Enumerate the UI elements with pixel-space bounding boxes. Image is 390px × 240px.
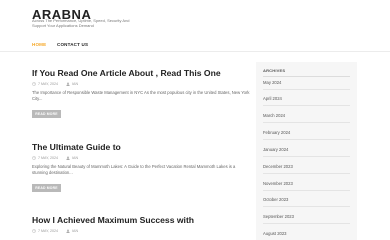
main-navigation: HOME CONTACT US [0, 38, 390, 52]
post-title[interactable]: The Ultimate Guide to [32, 142, 250, 152]
post-meta: 7 MAY, 2024 IAN [32, 81, 250, 87]
post-date[interactable]: 7 MAY, 2024 [38, 156, 58, 160]
clock-icon [32, 156, 36, 160]
post-date[interactable]: 7 MAY, 2024 [38, 229, 58, 233]
archive-link[interactable]: November 2023 [263, 178, 350, 191]
post-item: The Ultimate Guide to 7 MAY, 2024 IAN Ex… [32, 142, 250, 194]
user-icon [66, 156, 70, 160]
archive-link[interactable]: October 2023 [263, 194, 350, 207]
site-description: Across The Performance, Uptime, Speed, S… [32, 18, 130, 28]
archive-link[interactable]: April 2024 [263, 93, 350, 106]
post-item: If You Read One Article About , Read Thi… [32, 68, 250, 120]
post-author[interactable]: IAN [72, 229, 78, 233]
archive-link[interactable]: February 2024 [263, 127, 350, 140]
post-date[interactable]: 7 MAY, 2024 [38, 82, 58, 86]
post-author[interactable]: IAN [72, 156, 78, 160]
sidebar-archives-widget: ARCHIVES May 2024 April 2024 March 2024 … [256, 62, 357, 240]
post-item: How I Achieved Maximum Success with 7 MA… [32, 215, 250, 234]
post-title[interactable]: How I Achieved Maximum Success with [32, 215, 250, 225]
post-excerpt: Exploring the Natural Beauty of Mammoth … [32, 164, 236, 175]
archive-link[interactable]: September 2023 [263, 211, 350, 224]
user-icon [66, 82, 70, 86]
clock-icon [32, 82, 36, 86]
post-title[interactable]: If You Read One Article About , Read Thi… [32, 68, 250, 78]
post-meta: 7 MAY, 2024 IAN [32, 155, 250, 161]
site-header: ARABNA Across The Performance, Uptime, S… [0, 0, 390, 38]
post-meta: 7 MAY, 2024 IAN [32, 228, 250, 234]
post-excerpt: The Importance of Responsible Waste Mana… [32, 90, 250, 101]
archive-link[interactable]: May 2024 [263, 77, 350, 90]
archive-link[interactable]: August 2023 [263, 228, 350, 240]
nav-item-contact-us[interactable]: CONTACT US [57, 42, 88, 47]
archive-link[interactable]: December 2023 [263, 161, 350, 174]
read-more-button[interactable]: READ MORE [32, 184, 61, 192]
user-icon [66, 229, 70, 233]
archive-link[interactable]: March 2024 [263, 110, 350, 123]
post-author[interactable]: IAN [72, 82, 78, 86]
clock-icon [32, 229, 36, 233]
archive-link[interactable]: January 2024 [263, 144, 350, 157]
archives-title: ARCHIVES [263, 68, 286, 73]
nav-item-home[interactable]: HOME [32, 42, 46, 47]
read-more-button[interactable]: READ MORE [32, 110, 61, 118]
post-list: If You Read One Article About , Read Thi… [32, 52, 250, 240]
